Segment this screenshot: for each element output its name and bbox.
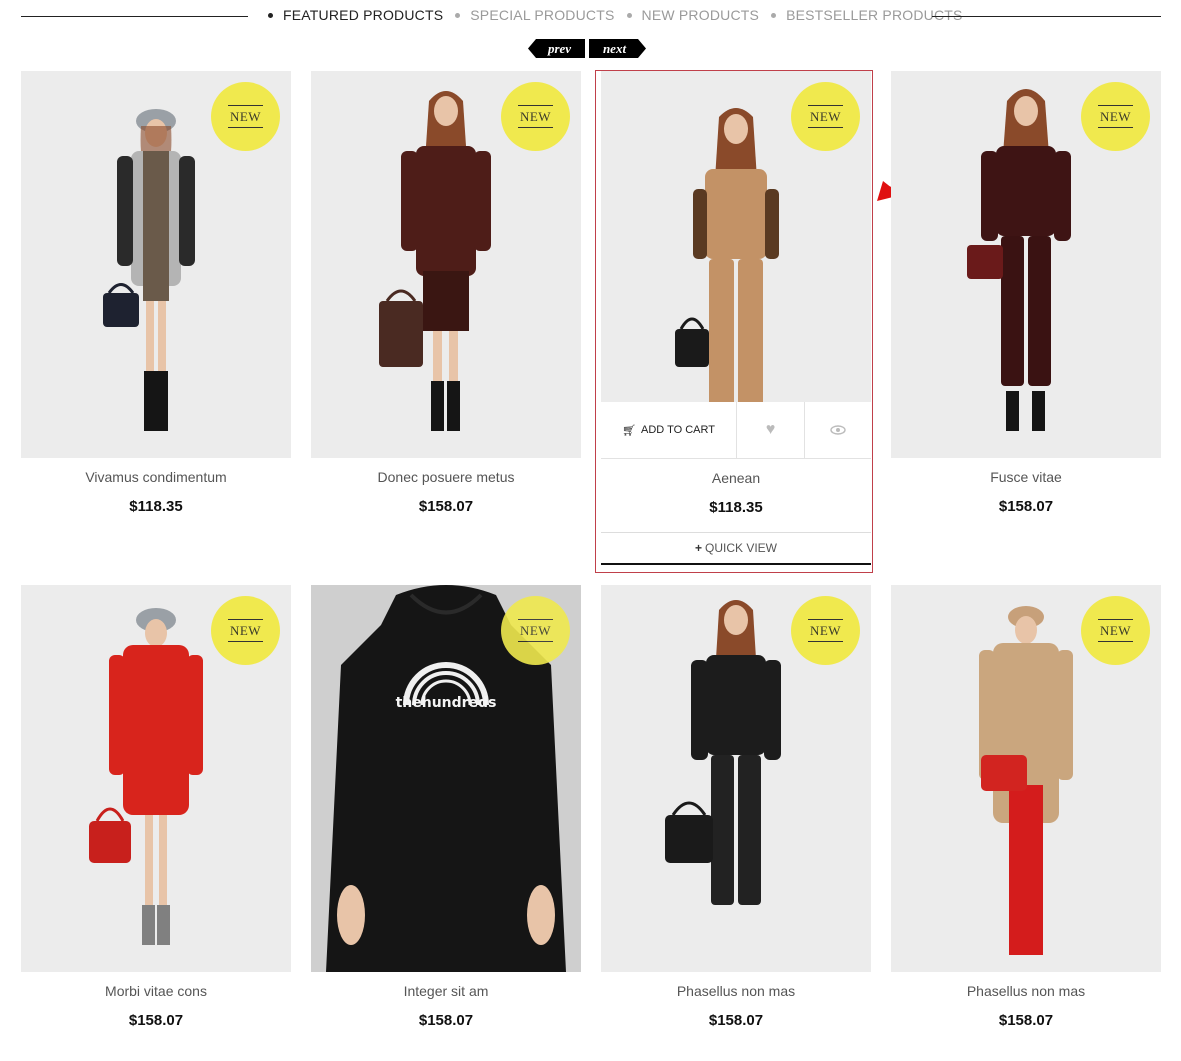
new-badge: NEW xyxy=(1081,82,1150,151)
tab-bestseller-products[interactable]: BESTSELLER PRODUCTS xyxy=(759,7,963,23)
product-price: $158.07 xyxy=(418,1012,474,1029)
hoodie-print: thehundreds xyxy=(396,695,497,711)
tab-new-products[interactable]: NEW PRODUCTS xyxy=(615,7,760,23)
next-button[interactable]: next xyxy=(589,39,646,58)
product-image[interactable]: NEW xyxy=(601,71,871,402)
product-card: NEW Donec posuere metus $158.07 xyxy=(311,71,581,515)
product-card: thehundreds NEW Integer sit am $158.07 xyxy=(311,585,581,1029)
cart-icon: 🛒︎ xyxy=(622,424,636,437)
plus-icon: + xyxy=(694,541,702,555)
product-tabs: FEATURED PRODUCTS SPECIAL PRODUCTS NEW P… xyxy=(256,7,963,23)
product-price: $158.07 xyxy=(418,498,474,515)
add-to-cart-button[interactable]: 🛒︎ ADD TO CART xyxy=(601,402,737,458)
product-price: $118.35 xyxy=(709,499,763,516)
bullet-icon xyxy=(626,12,632,18)
product-price: $158.07 xyxy=(998,498,1054,515)
product-card: NEW Phasellus non mas $158.07 xyxy=(891,585,1161,1029)
product-price: $158.07 xyxy=(128,1012,184,1029)
bullet-icon xyxy=(268,12,273,18)
product-card: NEW Fusce vitae $158.07 xyxy=(891,71,1161,515)
bullet-icon xyxy=(455,12,461,18)
prev-button[interactable]: prev xyxy=(528,39,585,58)
carousel-nav: prev next xyxy=(528,39,646,58)
new-badge: NEW xyxy=(791,596,860,665)
product-name[interactable]: Morbi vitae cons xyxy=(21,983,291,1001)
new-badge: NEW xyxy=(211,82,280,151)
compare-button[interactable] xyxy=(805,402,871,458)
divider-right xyxy=(932,16,1161,17)
bullet-icon xyxy=(771,12,777,18)
eye-icon xyxy=(830,425,846,435)
new-badge: NEW xyxy=(501,82,570,151)
tab-label: BESTSELLER PRODUCTS xyxy=(786,7,963,23)
new-badge: NEW xyxy=(501,596,570,665)
divider-left xyxy=(21,16,248,17)
product-actions: 🛒︎ ADD TO CART ♥ xyxy=(601,402,871,459)
product-name[interactable]: Donec posuere metus xyxy=(311,469,581,487)
product-name[interactable]: Phasellus non mas xyxy=(891,983,1161,1001)
tab-label: NEW PRODUCTS xyxy=(641,7,760,23)
product-image[interactable]: thehundreds NEW xyxy=(311,585,581,972)
product-image[interactable]: NEW xyxy=(601,585,871,972)
product-price: $118.35 xyxy=(129,498,183,515)
product-image[interactable]: NEW xyxy=(21,71,291,458)
product-price: $158.07 xyxy=(998,1012,1054,1029)
product-image[interactable]: NEW xyxy=(21,585,291,972)
product-name[interactable]: Vivamus condimentum xyxy=(21,469,291,487)
tab-label: FEATURED PRODUCTS xyxy=(283,7,444,23)
product-image[interactable]: NEW xyxy=(311,71,581,458)
quick-view-button[interactable]: + QUICK VIEW xyxy=(601,532,871,565)
new-badge: NEW xyxy=(211,596,280,665)
product-name[interactable]: Phasellus non mas xyxy=(601,983,871,1001)
add-to-cart-label: ADD TO CART xyxy=(641,424,715,436)
tab-special-products[interactable]: SPECIAL PRODUCTS xyxy=(443,7,614,23)
heart-icon: ♥ xyxy=(765,421,776,438)
product-card: NEW Vivamus condimentum $118.35 xyxy=(21,71,291,515)
product-card: NEW Morbi vitae cons $158.07 xyxy=(21,585,291,1029)
product-image[interactable]: NEW xyxy=(891,71,1161,458)
quick-view-label: QUICK VIEW xyxy=(705,541,778,555)
new-badge: NEW xyxy=(791,82,860,151)
tab-featured-products[interactable]: FEATURED PRODUCTS xyxy=(256,7,443,23)
tab-label: SPECIAL PRODUCTS xyxy=(470,7,615,23)
wishlist-button[interactable]: ♥ xyxy=(737,402,805,458)
new-badge: NEW xyxy=(1081,596,1150,665)
product-name[interactable]: Fusce vitae xyxy=(891,469,1161,487)
product-card: NEW Phasellus non mas $158.07 xyxy=(601,585,871,1029)
product-price: $158.07 xyxy=(708,1012,764,1029)
product-card-hovered: NEW 🛒︎ ADD TO CART ♥ Aenean $118.35 + QU… xyxy=(601,71,871,565)
product-image[interactable]: NEW xyxy=(891,585,1161,972)
product-name[interactable]: Aenean xyxy=(601,470,871,488)
product-name[interactable]: Integer sit am xyxy=(311,983,581,1001)
product-tabs-bar: FEATURED PRODUCTS SPECIAL PRODUCTS NEW P… xyxy=(0,0,1181,34)
